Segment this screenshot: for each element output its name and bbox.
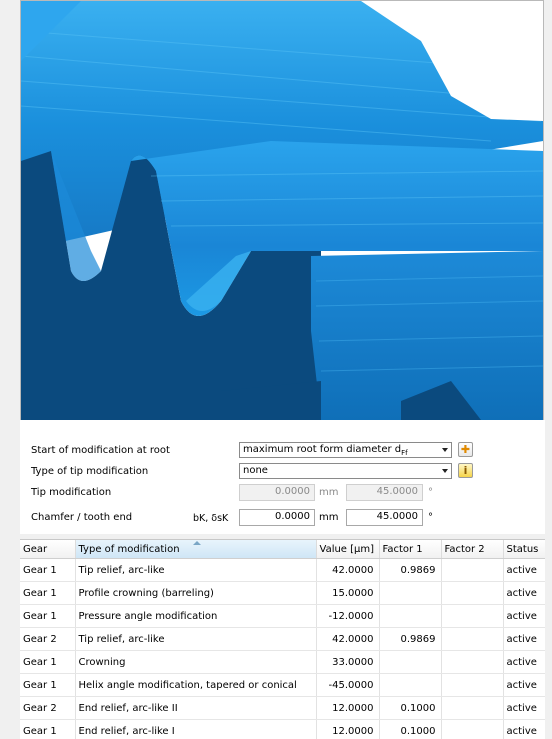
- table-row[interactable]: Gear 1Pressure angle modification-12.000…: [20, 605, 545, 628]
- cell-value[interactable]: 12.0000: [316, 697, 379, 720]
- chamfer-length-unit: mm: [319, 512, 338, 523]
- tip-modification-angle-input[interactable]: 45.0000: [346, 484, 423, 501]
- cell-status[interactable]: active: [503, 720, 545, 739]
- column-header-factor1[interactable]: Factor 1: [379, 540, 441, 559]
- cell-gear[interactable]: Gear 2: [20, 697, 75, 720]
- root-modification-select[interactable]: maximum root form diameter dFf: [239, 442, 452, 458]
- cell-factor1[interactable]: 0.9869: [379, 628, 441, 651]
- modifications-table[interactable]: Gear Type of modification Value [µm] Fac…: [20, 539, 545, 739]
- tip-type-row: Type of tip modification none i: [20, 463, 545, 483]
- cell-modification-type[interactable]: End relief, arc-like I: [75, 720, 316, 739]
- modification-settings-panel: Start of modification at root maximum ro…: [20, 420, 545, 534]
- tip-modification-angle-unit: °: [428, 487, 433, 498]
- cell-status[interactable]: active: [503, 697, 545, 720]
- gear-3d-viewer[interactable]: [20, 0, 544, 421]
- info-button[interactable]: i: [458, 463, 473, 478]
- table-row[interactable]: Gear 1Profile crowning (barreling)15.000…: [20, 582, 545, 605]
- cell-status[interactable]: active: [503, 651, 545, 674]
- cell-factor1[interactable]: 0.9869: [379, 559, 441, 582]
- table-row[interactable]: Gear 1Helix angle modification, tapered …: [20, 674, 545, 697]
- cell-status[interactable]: active: [503, 674, 545, 697]
- cell-modification-type[interactable]: Tip relief, arc-like: [75, 628, 316, 651]
- chamfer-angle-unit: °: [428, 512, 433, 523]
- column-header-value[interactable]: Value [µm]: [316, 540, 379, 559]
- plus-icon: ✚: [461, 443, 470, 456]
- info-icon: i: [464, 464, 468, 477]
- cell-value[interactable]: 42.0000: [316, 559, 379, 582]
- cell-factor2[interactable]: [441, 697, 503, 720]
- cell-factor1[interactable]: [379, 605, 441, 628]
- cell-factor1[interactable]: [379, 582, 441, 605]
- tip-type-label: Type of tip modification: [31, 466, 148, 477]
- tip-modification-row: Tip modification 0.0000 mm 45.0000 °: [20, 484, 545, 504]
- cell-modification-type[interactable]: Pressure angle modification: [75, 605, 316, 628]
- column-header-type[interactable]: Type of modification: [75, 540, 316, 559]
- tip-modification-label: Tip modification: [31, 487, 111, 498]
- cell-factor1[interactable]: [379, 651, 441, 674]
- table-header-row: Gear Type of modification Value [µm] Fac…: [20, 540, 545, 559]
- chamfer-label: Chamfer / tooth end: [31, 512, 132, 523]
- cell-factor2[interactable]: [441, 720, 503, 739]
- cell-factor2[interactable]: [441, 582, 503, 605]
- gear-rendering: [21, 1, 543, 420]
- tip-modification-length-unit: mm: [319, 487, 338, 498]
- cell-status[interactable]: active: [503, 559, 545, 582]
- tip-type-value: none: [243, 465, 268, 476]
- cell-gear[interactable]: Gear 1: [20, 605, 75, 628]
- chevron-down-icon: [442, 469, 448, 473]
- cell-modification-type[interactable]: End relief, arc-like II: [75, 697, 316, 720]
- cell-status[interactable]: active: [503, 605, 545, 628]
- cell-factor1[interactable]: 0.1000: [379, 720, 441, 739]
- table-row[interactable]: Gear 2Tip relief, arc-like42.00000.9869 a…: [20, 628, 545, 651]
- cell-factor1[interactable]: [379, 674, 441, 697]
- chamfer-row: Chamfer / tooth end bK, δsK 0.0000 mm 45…: [20, 509, 545, 529]
- column-header-type-label: Type of modification: [79, 544, 180, 555]
- cell-status[interactable]: active: [503, 628, 545, 651]
- column-header-gear[interactable]: Gear: [20, 540, 75, 559]
- cell-value[interactable]: 33.0000: [316, 651, 379, 674]
- cell-modification-type[interactable]: Profile crowning (barreling): [75, 582, 316, 605]
- cell-gear[interactable]: Gear 1: [20, 582, 75, 605]
- cell-factor2[interactable]: [441, 674, 503, 697]
- cell-value[interactable]: 12.0000: [316, 720, 379, 739]
- cell-gear[interactable]: Gear 1: [20, 559, 75, 582]
- cell-modification-type[interactable]: Tip relief, arc-like: [75, 559, 316, 582]
- cell-value[interactable]: -45.0000: [316, 674, 379, 697]
- root-modification-label: Start of modification at root: [31, 445, 170, 456]
- chamfer-angle-input[interactable]: 45.0000: [346, 509, 423, 526]
- chamfer-length-input[interactable]: 0.0000: [239, 509, 315, 526]
- table-row[interactable]: Gear 1End relief, arc-like I12.00000.100…: [20, 720, 545, 739]
- cell-gear[interactable]: Gear 1: [20, 720, 75, 739]
- root-modification-subscript: Ff: [401, 449, 408, 457]
- table-row[interactable]: Gear 1Tip relief, arc-like42.00000.9869 a…: [20, 559, 545, 582]
- cell-gear[interactable]: Gear 1: [20, 674, 75, 697]
- cell-gear[interactable]: Gear 1: [20, 651, 75, 674]
- root-modification-row: Start of modification at root maximum ro…: [20, 442, 545, 462]
- plus-button[interactable]: ✚: [458, 442, 473, 457]
- cell-factor2[interactable]: [441, 605, 503, 628]
- column-header-factor2[interactable]: Factor 2: [441, 540, 503, 559]
- cell-value[interactable]: 42.0000: [316, 628, 379, 651]
- sort-ascending-icon: [193, 541, 201, 545]
- cell-modification-type[interactable]: Crowning: [75, 651, 316, 674]
- root-modification-value: maximum root form diameter d: [243, 444, 401, 455]
- cell-factor2[interactable]: [441, 559, 503, 582]
- cell-factor1[interactable]: 0.1000: [379, 697, 441, 720]
- chevron-down-icon: [442, 448, 448, 452]
- column-header-status[interactable]: Status: [503, 540, 545, 559]
- cell-value[interactable]: -12.0000: [316, 605, 379, 628]
- cell-value[interactable]: 15.0000: [316, 582, 379, 605]
- tip-type-select[interactable]: none: [239, 463, 452, 479]
- table-row[interactable]: Gear 1Crowning33.0000 active: [20, 651, 545, 674]
- cell-modification-type[interactable]: Helix angle modification, tapered or con…: [75, 674, 316, 697]
- cell-factor2[interactable]: [441, 651, 503, 674]
- cell-factor2[interactable]: [441, 628, 503, 651]
- cell-gear[interactable]: Gear 2: [20, 628, 75, 651]
- tip-modification-length-input[interactable]: 0.0000: [239, 484, 315, 501]
- cell-status[interactable]: active: [503, 582, 545, 605]
- table-row[interactable]: Gear 2End relief, arc-like II12.00000.10…: [20, 697, 545, 720]
- chamfer-symbol: bK, δsK: [193, 513, 228, 524]
